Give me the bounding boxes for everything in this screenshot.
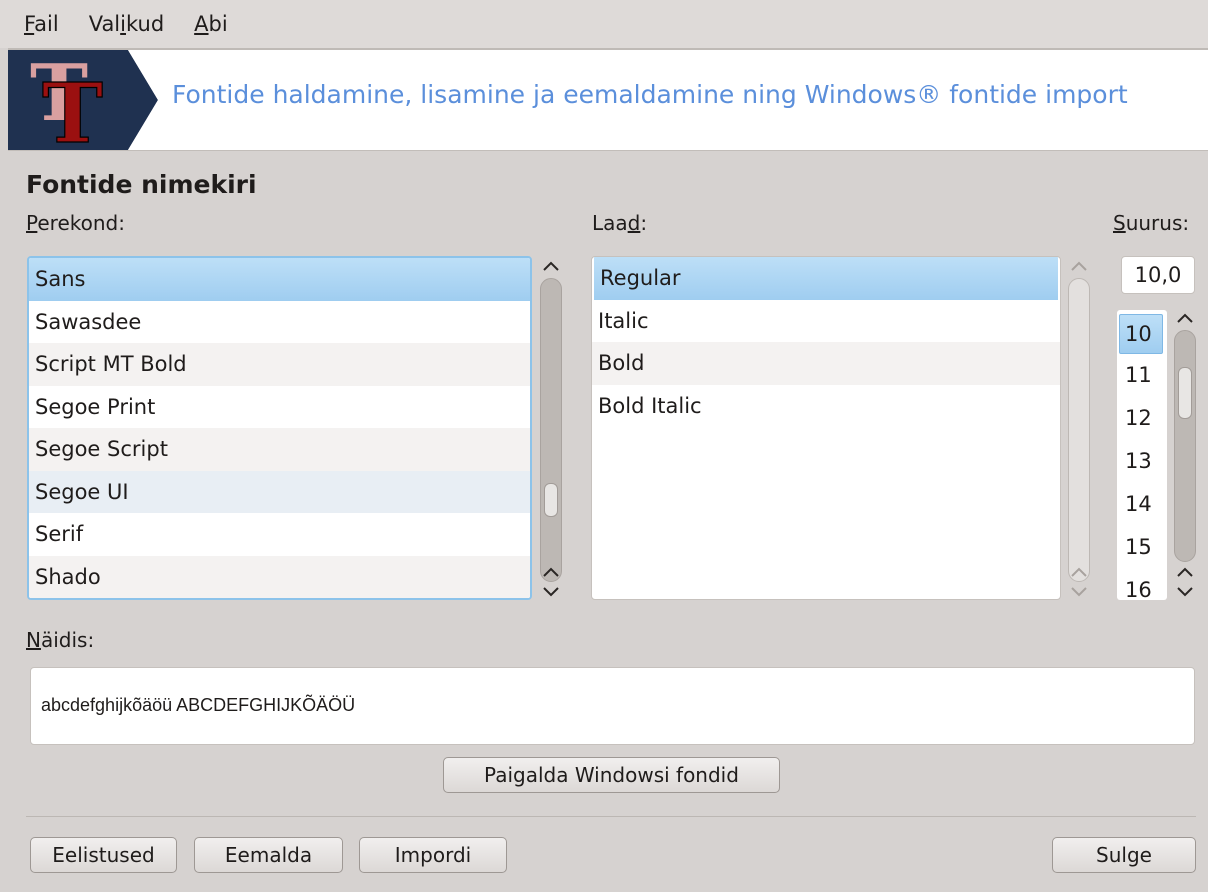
menu-file[interactable]: Fail <box>24 12 59 36</box>
scroll-up-icon[interactable] <box>1172 306 1198 330</box>
banner-separator <box>8 150 1208 151</box>
preview-label: Näidis: <box>26 628 95 652</box>
scrollbar-groove[interactable] <box>1068 278 1090 582</box>
list-item[interactable]: 13 <box>1117 440 1167 483</box>
size-scrollbar[interactable] <box>1172 306 1198 604</box>
menu-options[interactable]: Valikud <box>89 12 164 36</box>
family-scrollbar[interactable] <box>538 254 564 604</box>
scrollbar-handle[interactable] <box>544 483 558 517</box>
font-size-list[interactable]: 10 11 12 13 14 15 16 <box>1117 310 1167 600</box>
scroll-down-icon[interactable] <box>1066 580 1092 604</box>
family-label: Perekond: <box>26 211 125 235</box>
list-item[interactable]: Serif <box>29 513 530 556</box>
menu-bar: Fail Valikud Abi <box>0 0 1208 48</box>
preferences-button[interactable]: Eelistused <box>30 837 177 873</box>
list-item[interactable]: Sans <box>29 258 530 301</box>
list-item[interactable]: Bold Italic <box>592 385 1060 428</box>
list-item[interactable]: 16 <box>1117 569 1167 600</box>
install-windows-fonts-button[interactable]: Paigalda Windowsi fondid <box>443 757 780 793</box>
import-button[interactable]: Impordi <box>359 837 507 873</box>
list-item[interactable]: Shado <box>29 555 530 598</box>
list-item[interactable]: Regular <box>594 257 1058 300</box>
style-label: Laad: <box>592 211 648 235</box>
section-title: Fontide nimekiri <box>26 170 257 199</box>
list-item[interactable]: Italic <box>592 300 1060 343</box>
list-item[interactable]: Segoe UI <box>29 470 530 513</box>
list-item[interactable]: Sawasdee <box>29 301 530 344</box>
svg-text:T: T <box>42 66 103 150</box>
list-item[interactable]: 10 <box>1119 314 1163 354</box>
font-family-list[interactable]: Sans Sawasdee Script MT Bold Segoe Print… <box>27 256 532 600</box>
scrollbar-groove[interactable] <box>540 278 562 582</box>
list-item[interactable]: Script MT Bold <box>29 343 530 386</box>
list-item[interactable]: 12 <box>1117 397 1167 440</box>
size-input[interactable]: 10,0 <box>1121 256 1195 294</box>
list-item[interactable]: 14 <box>1117 483 1167 526</box>
remove-button[interactable]: Eemalda <box>194 837 343 873</box>
preview-text: abcdefghijkõäöü ABCDEFGHIJKÕÄÖÜ <box>30 667 1195 745</box>
list-item[interactable]: Segoe Print <box>29 386 530 429</box>
header-banner: T T Fontide haldamine, lisamine ja eemal… <box>8 50 1208 150</box>
list-item[interactable]: 15 <box>1117 526 1167 569</box>
style-scrollbar[interactable] <box>1066 254 1092 604</box>
scroll-down-icon[interactable] <box>1172 580 1198 604</box>
menu-help[interactable]: Abi <box>194 12 228 36</box>
close-button[interactable]: Sulge <box>1052 837 1196 873</box>
font-manager-logo-icon: T T <box>8 50 158 150</box>
scroll-up-icon[interactable] <box>538 254 564 278</box>
list-item[interactable]: 11 <box>1117 354 1167 397</box>
size-label: Suurus: <box>1113 211 1190 235</box>
banner-title: Fontide haldamine, lisamine ja eemaldami… <box>172 80 1128 109</box>
divider <box>26 816 1196 817</box>
font-style-list[interactable]: Regular Italic Bold Bold Italic <box>591 256 1061 600</box>
list-item[interactable]: Bold <box>592 342 1060 385</box>
scroll-up-icon[interactable] <box>1066 254 1092 278</box>
list-item[interactable]: Segoe Script <box>29 428 530 471</box>
scroll-down-icon[interactable] <box>538 580 564 604</box>
scrollbar-groove[interactable] <box>1174 330 1196 562</box>
scrollbar-handle[interactable] <box>1178 367 1192 419</box>
